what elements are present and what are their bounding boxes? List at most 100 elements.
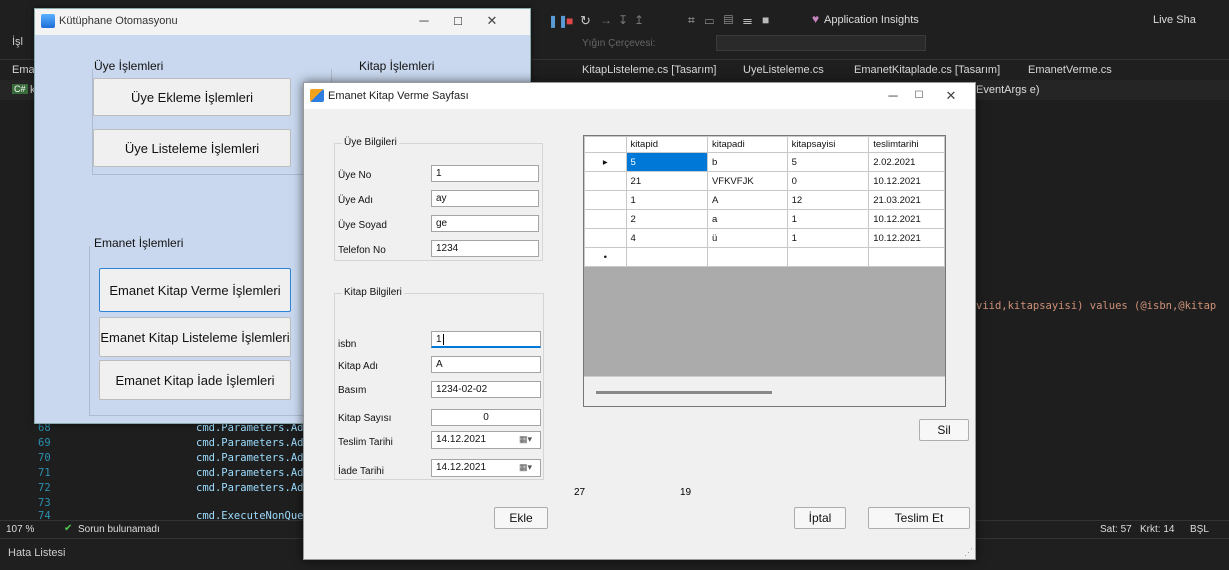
emanet-iade-button[interactable]: Emanet Kitap İade İşlemleri — [99, 360, 291, 400]
dialog-title-bar: Emanet Kitap Verme Sayfası ─ ☐ ✕ — [304, 83, 975, 109]
grid-cell[interactable]: a — [706, 209, 788, 229]
table-row[interactable]: ▸ 5 b 5 2.02.2021 — [584, 152, 945, 172]
uye-ekle-button[interactable]: Üye Ekleme İşlemleri — [93, 78, 291, 116]
grid-cell[interactable]: 21.03.2021 — [868, 190, 945, 210]
table-row[interactable]: 2 a 1 10.12.2021 — [584, 209, 945, 229]
emanet-data-grid[interactable]: kitapid kitapadi kitapsayisi teslimtarih… — [583, 135, 946, 407]
column-header[interactable]: teslimtarihi — [868, 136, 945, 153]
telefon-input[interactable]: 1234 — [431, 240, 539, 257]
table-row[interactable]: 4 ü 1 10.12.2021 — [584, 228, 945, 248]
row-header[interactable] — [584, 190, 627, 210]
kitap-adi-input[interactable]: A — [431, 356, 541, 373]
vs-menu-fragment[interactable]: İşl — [12, 36, 23, 48]
grid-cell[interactable]: 1 — [625, 190, 708, 210]
stack-frame-dropdown[interactable] — [716, 35, 926, 51]
basim-input[interactable]: 1234-02-02 — [431, 381, 541, 398]
grid-cell[interactable]: 5 — [625, 152, 708, 172]
grid-cell[interactable]: A — [706, 190, 788, 210]
iptal-button[interactable]: İptal — [794, 507, 846, 529]
uye-no-input[interactable]: 1 — [431, 165, 539, 182]
scrollbar-thumb[interactable] — [596, 391, 772, 394]
row-header[interactable] — [584, 209, 627, 229]
tab-emanetkitapiade[interactable]: EmanetKitaplade.cs [Tasarım] — [854, 64, 1000, 76]
close-icon[interactable]: ✕ — [481, 13, 503, 29]
row-header[interactable] — [584, 171, 627, 191]
code-line: cmd.Parameters.Ad — [196, 467, 304, 479]
emanet-verme-dialog: Emanet Kitap Verme Sayfası ─ ☐ ✕ Üye Bil… — [303, 82, 976, 560]
emanet-verme-button[interactable]: Emanet Kitap Verme İşlemleri — [99, 268, 291, 312]
new-row-marker-icon[interactable]: • — [584, 247, 627, 267]
dialog-minimize-icon[interactable]: ─ — [882, 88, 904, 103]
iade-tarihi-picker[interactable]: 14.12.2021 ▦▾ — [431, 459, 541, 477]
teslim-tarihi-label: Teslim Tarihi — [338, 437, 393, 448]
zoom-level[interactable]: 107 % — [6, 524, 34, 535]
grid-cell[interactable]: ü — [706, 228, 788, 248]
grid-cell[interactable]: b — [706, 152, 788, 172]
grid-cell[interactable]: 2 — [625, 209, 708, 229]
grid-cell[interactable]: 5 — [786, 152, 870, 172]
stop-icon[interactable]: ■ — [566, 14, 573, 28]
grid-cell[interactable]: 10.12.2021 — [868, 171, 945, 191]
teslim-tarihi-picker[interactable]: 14.12.2021 ▦▾ — [431, 431, 541, 449]
grid-cell[interactable]: 4 — [625, 228, 708, 248]
grid-cell[interactable] — [868, 247, 945, 267]
ekle-button[interactable]: Ekle — [494, 507, 548, 529]
nav-member[interactable]: EventArgs e) — [976, 84, 1040, 96]
live-share-button[interactable]: Live Sha — [1153, 14, 1196, 26]
table-row[interactable]: 21 VFKVFJK 0 10.12.2021 — [584, 171, 945, 191]
grid-cell[interactable] — [706, 247, 788, 267]
grid-header-row: kitapid kitapadi kitapsayisi teslimtarih… — [584, 136, 945, 153]
grid-cell[interactable]: 10.12.2021 — [868, 228, 945, 248]
row-header[interactable] — [584, 228, 627, 248]
column-header[interactable]: kitapid — [625, 136, 708, 153]
emanet-listele-button[interactable]: Emanet Kitap Listeleme İşlemleri — [99, 317, 291, 357]
column-header[interactable]: kitapsayisi — [786, 136, 870, 153]
dialog-maximize-icon[interactable]: ☐ — [908, 90, 930, 101]
current-row-arrow-icon[interactable]: ▸ — [584, 152, 627, 172]
dialog-title: Emanet Kitap Verme Sayfası — [328, 90, 469, 102]
tab-uyelisteleme[interactable]: UyeListeleme.cs — [743, 64, 824, 76]
grid-cell[interactable]: 21 — [625, 171, 708, 191]
column-header[interactable]: kitapadi — [706, 136, 788, 153]
line-number: 69 — [38, 437, 51, 449]
app-insights-menu[interactable]: Application Insights — [824, 14, 919, 26]
dialog-close-icon[interactable]: ✕ — [940, 88, 962, 104]
sil-button[interactable]: Sil — [919, 419, 969, 441]
grid-cell[interactable]: 12 — [786, 190, 870, 210]
uye-soyad-input[interactable]: ge — [431, 215, 539, 232]
table-row[interactable]: 1 A 12 21.03.2021 — [584, 190, 945, 210]
kitap-sayisi-input[interactable]: 0 — [431, 409, 541, 426]
minimize-icon[interactable]: ─ — [413, 13, 435, 28]
calendar-dropdown-icon[interactable]: ▦▾ — [519, 462, 537, 474]
error-list-title[interactable]: Hata Listesi — [8, 547, 65, 559]
grid-cell[interactable]: 0 — [786, 171, 870, 191]
debug-step-icons[interactable]: →↧↥ — [600, 13, 650, 27]
grid-horizontal-scrollbar[interactable] — [584, 376, 945, 406]
tab-emanetverme[interactable]: EmanetVerme.cs — [1028, 64, 1112, 76]
grid-cell[interactable]: 2.02.2021 — [868, 152, 945, 172]
restart-icon[interactable]: ↻ — [580, 13, 591, 29]
grid-cell[interactable]: VFKVFJK — [706, 171, 788, 191]
calendar-dropdown-icon[interactable]: ▦▾ — [519, 434, 537, 446]
maximize-icon[interactable]: ☐ — [447, 15, 469, 28]
no-issues-label[interactable]: Sorun bulunamadı — [78, 524, 160, 535]
grid-cell[interactable] — [786, 247, 870, 267]
isbn-input[interactable]: 1 — [431, 331, 541, 348]
uye-adi-input[interactable]: ay — [431, 190, 539, 207]
new-row[interactable]: • — [584, 247, 945, 267]
teslim-et-button[interactable]: Teslim Et — [868, 507, 970, 529]
grid-cell[interactable] — [625, 247, 708, 267]
grid-cell[interactable]: 1 — [786, 209, 870, 229]
tab-kitaplisteleme[interactable]: KitapListeleme.cs [Tasarım] — [582, 64, 717, 76]
code-line: cmd.Parameters.Ad — [196, 482, 304, 494]
toolbar-misc-icons[interactable]: ⌗▭▤☰■ — [688, 13, 779, 28]
basim-label: Basım — [338, 385, 367, 396]
row-header-corner — [584, 136, 627, 153]
uye-listele-button[interactable]: Üye Listeleme İşlemleri — [93, 129, 291, 167]
resize-grip-icon[interactable]: ⋰ — [964, 547, 973, 558]
line-number: 73 — [38, 497, 51, 509]
grid-cell[interactable]: 1 — [786, 228, 870, 248]
line-number: 71 — [38, 467, 51, 479]
grid-cell[interactable]: 10.12.2021 — [868, 209, 945, 229]
tab-ema[interactable]: Ema — [12, 64, 35, 76]
